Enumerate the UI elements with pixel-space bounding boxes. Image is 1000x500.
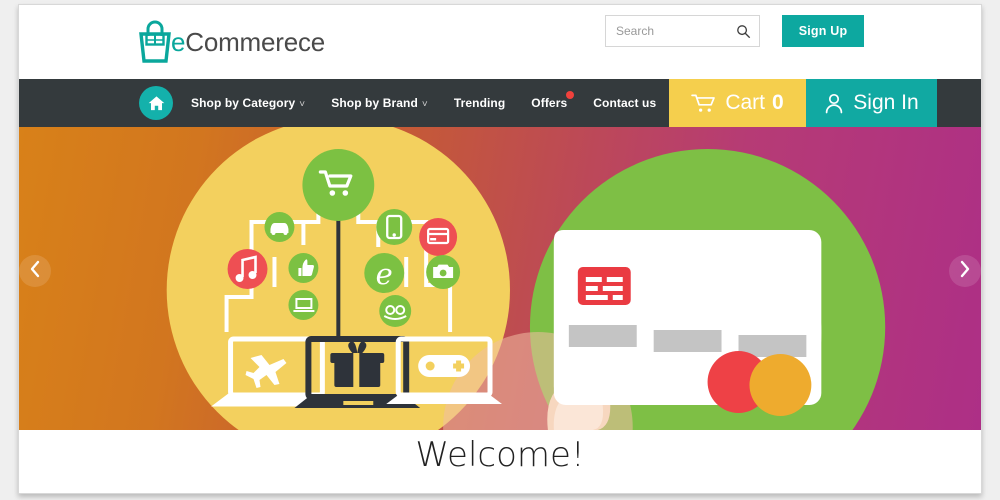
carousel-prev-button[interactable] bbox=[19, 255, 51, 287]
chevron-down-icon: ˅ bbox=[299, 99, 306, 110]
home-icon[interactable] bbox=[139, 86, 173, 120]
search-box[interactable] bbox=[605, 15, 760, 47]
nav-label: Shop by Category bbox=[191, 96, 296, 110]
offers-badge-dot bbox=[566, 91, 575, 99]
sign-in-button[interactable]: Sign In bbox=[806, 79, 937, 127]
nav-links: Shop by Category ˅ Shop by Brand ˅ Trendin… bbox=[191, 79, 682, 127]
sign-in-label: Sign In bbox=[853, 91, 919, 114]
chevron-down-icon: ˅ bbox=[421, 99, 428, 110]
nav-item-contact-us[interactable]: Contact us bbox=[593, 96, 656, 110]
user-icon bbox=[824, 93, 844, 114]
cart-label: Cart bbox=[725, 91, 765, 114]
search-icon[interactable] bbox=[736, 24, 751, 39]
chevron-right-icon bbox=[959, 260, 971, 283]
logo-text-prefix: e bbox=[171, 26, 186, 57]
nav-label: Contact us bbox=[593, 96, 657, 110]
nav-item-trending[interactable]: Trending bbox=[454, 96, 505, 110]
logo-text-rest: Commerece bbox=[185, 26, 326, 57]
cart-button[interactable]: Cart 0 bbox=[669, 79, 806, 127]
nav-item-shop-by-brand[interactable]: Shop by Brand ˅ bbox=[331, 96, 428, 110]
nav-item-shop-by-category[interactable]: Shop by Category ˅ bbox=[191, 96, 305, 110]
shopping-bag-icon bbox=[135, 20, 175, 64]
main-navbar: Shop by Category ˅ Shop by Brand ˅ Trendin… bbox=[19, 79, 981, 127]
sign-up-button[interactable]: Sign Up bbox=[782, 15, 864, 47]
svg-text:e: e bbox=[376, 257, 393, 291]
site-header: eCommerece Sign Up bbox=[19, 5, 981, 79]
browser-content-frame: eCommerece Sign Up Shop by Category˅ bbox=[18, 4, 982, 494]
nav-label: Shop by Brand bbox=[331, 96, 418, 110]
search-input[interactable] bbox=[614, 23, 736, 39]
nav-label: Trending bbox=[453, 96, 506, 110]
site-logo[interactable]: eCommerece bbox=[135, 19, 325, 65]
page-root: eCommerece Sign Up Shop by Category˅ bbox=[0, 0, 1000, 500]
cart-count: 0 bbox=[772, 91, 784, 114]
hero-illustration: e bbox=[166, 127, 886, 430]
page-title: Welcome! bbox=[415, 435, 585, 475]
site-logo-text: eCommerece bbox=[171, 27, 325, 58]
hero-carousel: e bbox=[19, 127, 981, 430]
chevron-left-icon bbox=[29, 260, 41, 283]
nav-item-offers[interactable]: Offers bbox=[531, 91, 575, 110]
carousel-next-button[interactable] bbox=[949, 255, 981, 287]
cart-icon bbox=[691, 93, 716, 113]
nav-label: Offers bbox=[531, 96, 568, 110]
